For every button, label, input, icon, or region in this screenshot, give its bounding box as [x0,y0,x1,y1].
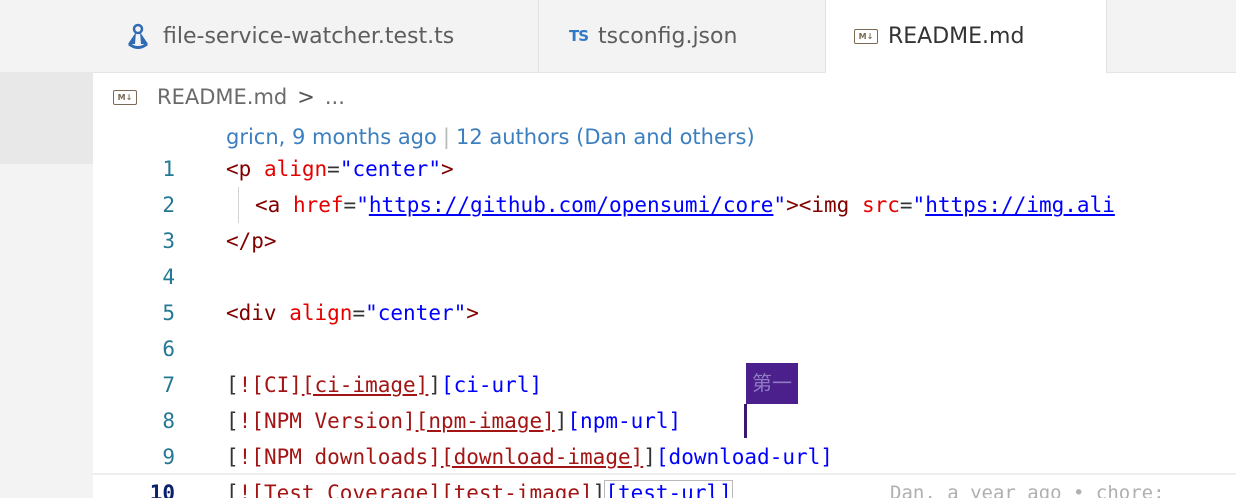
code-line[interactable]: 3 </p> [93,223,1236,259]
line-number: 10 [149,481,175,498]
code-link[interactable]: https://github.com/opensumi/core [369,193,774,217]
inline-blame: Dan, a year ago • chore: [890,482,1165,498]
activity-bar [0,0,93,498]
indent-guide [238,187,239,223]
tab-label: README.md [888,24,1025,49]
code-text: [![Test Coverage][test-image]][test-url] [226,475,733,498]
ime-candidate-box[interactable]: 第一 [746,363,798,404]
line-number: 4 [162,265,175,289]
breadcrumb: M↓ README.md > ... [113,80,345,114]
code-line[interactable]: 7 [![CI][ci-image]][ci-url] [93,367,1236,403]
code-text: [![CI][ci-image]][ci-url] [226,373,543,397]
markdown-icon: M↓ [113,89,137,105]
code-editor[interactable]: gricn, 9 months ago | 12 authors (Dan and … [93,122,1236,498]
code-line[interactable]: 9 [![NPM downloads][download-image]][dow… [93,439,1236,475]
line-number: 9 [162,445,175,469]
code-line[interactable]: 5 <div align="center"> [93,295,1236,331]
code-line[interactable]: 8 [![NPM Version][npm-image]][npm-url] [93,403,1236,439]
line-number: 5 [162,301,175,325]
code-line[interactable]: 6 [93,331,1236,367]
code-text: [![NPM Version][npm-image]][npm-url] [226,409,682,433]
tab-tsconfig[interactable]: TS tsconfig.json [539,0,826,72]
line-number: 8 [162,409,175,433]
activity-bar-selected-item[interactable] [0,72,93,164]
breadcrumb-file[interactable]: README.md [157,85,287,109]
code-text: <a href="https://github.com/opensumi/cor… [255,193,1115,217]
code-line[interactable]: 1 <p align="center"> [93,151,1236,187]
blame-separator: | [442,125,450,149]
tab-readme[interactable]: M↓ README.md [826,0,1107,73]
line-number: 1 [162,157,175,181]
line-number: 3 [162,229,175,253]
line-number: 7 [162,373,175,397]
code-text: </p> [226,229,277,253]
code-line[interactable]: 2 <a href="https://github.com/opensumi/c… [93,187,1236,223]
breadcrumb-separator: > [297,85,315,109]
blame-author-time[interactable]: gricn, 9 months ago [226,125,437,149]
code-link[interactable]: https://img.ali [925,193,1115,217]
editor-tab-bar: file-service-watcher.test.ts TS tsconfig… [93,0,1236,73]
line-number: 2 [162,193,175,217]
text-cursor [744,404,747,438]
code-line-current[interactable]: 10 [![Test Coverage][test-image]][test-u… [93,473,1236,498]
breadcrumb-more[interactable]: ... [325,85,345,109]
code-text: <div align="center"> [226,301,479,325]
codelens-blame[interactable]: gricn, 9 months ago | 12 authors (Dan and … [226,122,755,152]
tab-label: file-service-watcher.test.ts [163,23,455,49]
blame-authors[interactable]: 12 authors (Dan and others) [456,125,755,149]
markdown-icon: M↓ [854,29,878,44]
line-number: 6 [162,337,175,361]
jest-test-icon [123,23,153,49]
code-text: [![NPM downloads][download-image]][downl… [226,445,833,469]
code-line[interactable]: 4 [93,259,1236,295]
tab-file-service-watcher-test[interactable]: file-service-watcher.test.ts [93,0,539,72]
tab-label: tsconfig.json [598,23,738,49]
code-text: <p align="center"> [226,157,454,181]
typescript-icon: TS [569,27,589,45]
